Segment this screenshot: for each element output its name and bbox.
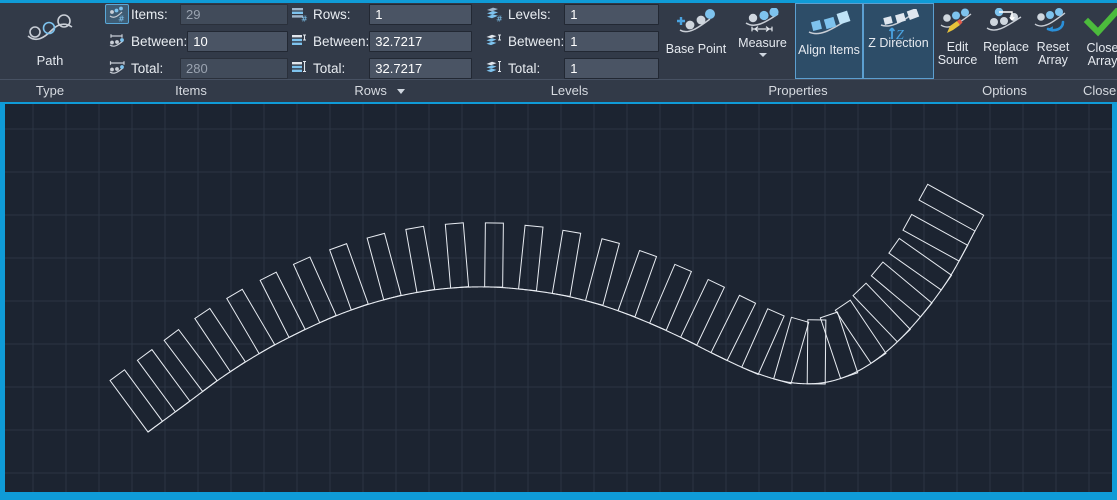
input-rows-between[interactable]: 32.7217	[369, 30, 473, 52]
edit-source-icon	[937, 8, 979, 41]
label-items-total: Total:	[131, 60, 164, 76]
edit-source-label-line2: Source	[937, 53, 978, 67]
ribbon-panel-close: Close Array Close	[1075, 3, 1117, 102]
input-items-count[interactable]: 29	[180, 3, 288, 25]
align-items-label: Align Items	[798, 43, 860, 57]
path-array-icon	[22, 14, 78, 49]
rows-between-icon	[288, 32, 310, 50]
ribbon-panel-items: # Items: 29 Between: 10 Total: 280 Items	[100, 3, 288, 102]
close-array-label-line2: Array	[1087, 54, 1117, 68]
measure-dropdown-caret-icon[interactable]	[758, 53, 767, 57]
base-point-label: Base Point	[665, 42, 727, 56]
input-rows-total[interactable]: 32.7217	[369, 57, 473, 79]
path-array-button[interactable]: Path	[0, 3, 100, 79]
field-rows-between: Between: 32.7217	[288, 30, 473, 52]
panel-label-close: Close	[1075, 79, 1117, 102]
reset-array-label-line2: Array	[1038, 53, 1068, 67]
ribbon-panel-rows: # Rows: 1 Between: 32.7217 Total: 32.721…	[282, 3, 477, 102]
field-rows-total: Total: 32.7217	[288, 57, 473, 79]
svg-text:#: #	[301, 15, 308, 23]
levels-between-icon	[483, 32, 505, 50]
rows-count-icon: #	[288, 5, 310, 23]
levels-fields: # Levels: 1 Between: 1 Total: 1	[477, 3, 665, 79]
ribbon-panel-levels: # Levels: 1 Between: 1 Total: 1 Levels	[477, 3, 662, 102]
label-rows-between: Between:	[313, 33, 370, 49]
ribbon-panel-options: Edit Source Replace Item Reset Array Opt…	[934, 3, 1075, 102]
field-rows-count: # Rows: 1	[288, 3, 473, 25]
input-rows-count[interactable]: 1	[369, 3, 473, 25]
field-levels-between: Between: 1	[483, 30, 660, 52]
panel-label-rows[interactable]: Rows	[282, 79, 477, 102]
panel-label-options: Options	[934, 79, 1075, 102]
base-point-icon	[672, 8, 720, 43]
reset-array-button[interactable]: Reset Array	[1031, 3, 1075, 79]
label-rows-total: Total:	[313, 60, 346, 76]
svg-text:#: #	[496, 15, 503, 23]
path-array-label: Path	[36, 53, 64, 68]
panel-label-levels: Levels	[477, 79, 662, 102]
reset-array-icon	[1031, 8, 1075, 41]
svg-text:#: #	[118, 15, 125, 23]
label-items-between: Between:	[131, 33, 188, 49]
drawing-canvas[interactable]	[5, 104, 1112, 492]
items-fields: # Items: 29 Between: 10 Total: 280	[100, 3, 294, 79]
label-items-count: Items:	[131, 6, 168, 22]
chevron-down-icon[interactable]	[396, 89, 405, 95]
close-array-checkmark-icon	[1083, 6, 1117, 42]
align-items-icon	[803, 9, 855, 44]
edit-source-button[interactable]: Edit Source	[934, 3, 981, 79]
close-array-button[interactable]: Close Array	[1075, 3, 1117, 79]
levels-count-icon: #	[483, 5, 505, 23]
levels-total-icon	[483, 59, 505, 77]
z-direction-button[interactable]: Z Direction Z	[863, 3, 934, 79]
input-levels-total[interactable]: 1	[564, 57, 660, 79]
items-count-icon: #	[105, 4, 129, 24]
rows-total-icon	[288, 59, 310, 77]
base-point-button[interactable]: Base Point	[662, 3, 730, 79]
label-rows-count: Rows:	[313, 6, 351, 22]
field-items-between: Between: 10	[106, 30, 288, 52]
measure-icon	[740, 7, 786, 37]
align-items-button[interactable]: Align Items	[795, 3, 863, 79]
panel-label-items: Items	[100, 79, 282, 102]
label-levels-between: Between:	[508, 33, 565, 49]
rows-fields: # Rows: 1 Between: 32.7217 Total: 32.721…	[282, 3, 478, 79]
items-between-icon	[106, 32, 128, 50]
replace-item-button[interactable]: Replace Item	[981, 3, 1031, 79]
field-levels-total: Total: 1	[483, 57, 660, 79]
ribbon-panel-properties: Base Point Measure Align Items Z Directi…	[662, 3, 934, 102]
svg-text:Z: Z	[896, 28, 904, 41]
input-items-between[interactable]: 10	[187, 30, 288, 52]
path-array-geometry	[109, 183, 985, 433]
panel-label-type: Type	[0, 79, 100, 102]
replace-item-icon	[983, 7, 1029, 41]
autocad-array-editor-window: Path Type # Items: 29 Between: 10 Total:…	[0, 0, 1117, 500]
field-levels-count: # Levels: 1	[483, 3, 660, 25]
array-ribbon: Path Type # Items: 29 Between: 10 Total:…	[0, 3, 1117, 102]
z-axis-arrow-icon: Z	[888, 25, 916, 46]
label-levels-count: Levels:	[508, 6, 551, 22]
panel-label-rows-text: Rows	[354, 83, 387, 98]
input-levels-between[interactable]: 1	[564, 30, 660, 52]
items-total-icon	[106, 59, 128, 77]
field-items-total: Total: 280	[106, 57, 288, 79]
measure-label: Measure	[738, 36, 787, 50]
field-items-count: # Items: 29	[105, 3, 288, 25]
measure-button[interactable]: Measure	[730, 3, 795, 79]
label-levels-total: Total:	[508, 60, 541, 76]
replace-item-label-line2: Item	[993, 53, 1019, 67]
input-items-total[interactable]: 280	[180, 57, 288, 79]
ribbon-panel-type: Path Type	[0, 3, 100, 102]
panel-label-properties: Properties	[662, 79, 934, 102]
input-levels-count[interactable]: 1	[564, 3, 660, 25]
